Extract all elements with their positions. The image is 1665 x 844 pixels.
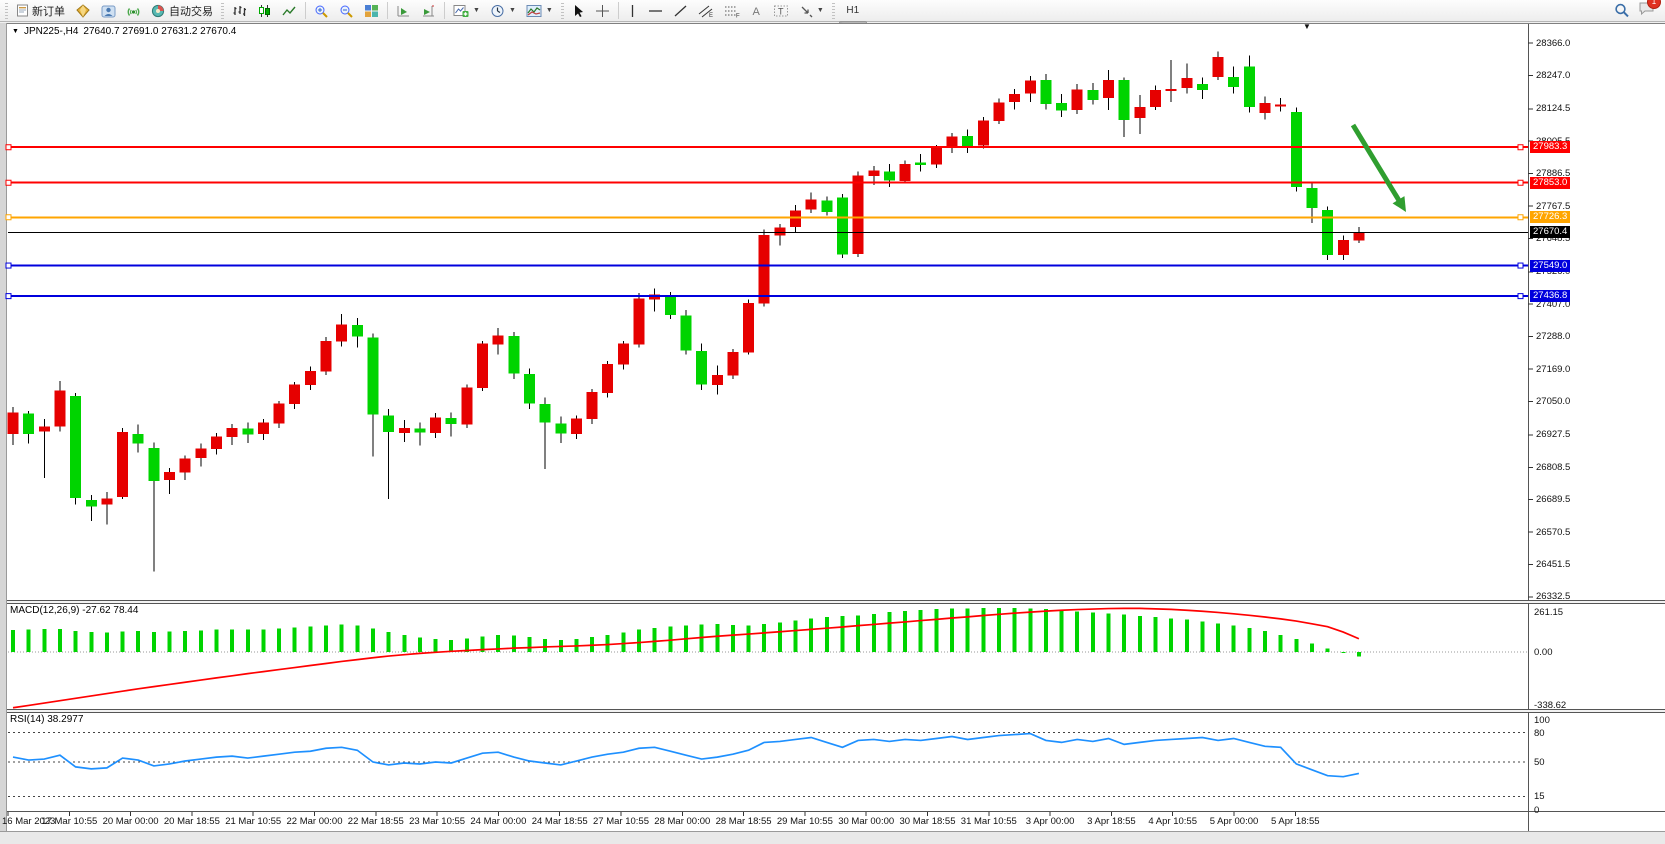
time-tick-label: 28 Mar 00:00 bbox=[654, 816, 710, 827]
rsi-name: RSI(14) bbox=[10, 714, 44, 725]
time-tick-label: 3 Apr 18:55 bbox=[1087, 816, 1136, 827]
price-tick-label: 26689.5 bbox=[1536, 494, 1570, 505]
time-tick-label: 5 Apr 00:00 bbox=[1210, 816, 1259, 827]
rsi-axis-label: 50 bbox=[1534, 757, 1545, 768]
time-tick-label: 20 Mar 18:55 bbox=[164, 816, 220, 827]
time-tick-label: 17 Mar 10:55 bbox=[41, 816, 97, 827]
price-tick-label: 28247.0 bbox=[1536, 70, 1570, 81]
rsi-axis-label: 100 bbox=[1534, 715, 1550, 726]
time-tick-label: 4 Apr 10:55 bbox=[1148, 816, 1197, 827]
chart-symbol-label: JPN225-,H4 bbox=[24, 26, 78, 37]
macd-axis-label: 0.00 bbox=[1534, 647, 1553, 658]
chart-canvas[interactable] bbox=[0, 0, 1665, 844]
price-line-tag[interactable]: 27983.3 bbox=[1530, 141, 1570, 153]
chart-dropdown-icon[interactable]: ▼ bbox=[12, 28, 19, 35]
time-tick-label: 22 Mar 00:00 bbox=[287, 816, 343, 827]
macd-axis-label: -338.62 bbox=[1534, 700, 1566, 711]
price-tick-label: 26927.5 bbox=[1536, 429, 1570, 440]
time-tick-label: 24 Mar 18:55 bbox=[532, 816, 588, 827]
time-tick-label: 5 Apr 18:55 bbox=[1271, 816, 1320, 827]
chart-title: ▼ JPN225-,H4 27640.7 27691.0 27631.2 276… bbox=[12, 26, 236, 37]
rsi-indicator-label: RSI(14) 38.2977 bbox=[10, 714, 83, 725]
time-tick-label: 23 Mar 10:55 bbox=[409, 816, 465, 827]
time-tick-label: 31 Mar 10:55 bbox=[961, 816, 1017, 827]
price-tick-label: 28124.5 bbox=[1536, 103, 1570, 114]
time-tick-label: 28 Mar 18:55 bbox=[716, 816, 772, 827]
time-tick-label: 22 Mar 18:55 bbox=[348, 816, 404, 827]
time-tick-label: 29 Mar 10:55 bbox=[777, 816, 833, 827]
time-tick-label: 27 Mar 10:55 bbox=[593, 816, 649, 827]
chart-ohlc-quote: 27640.7 27691.0 27631.2 27670.4 bbox=[83, 26, 236, 37]
macd-values: -27.62 78.44 bbox=[82, 605, 138, 616]
time-tick-label: 20 Mar 00:00 bbox=[103, 816, 159, 827]
price-tick-label: 27288.0 bbox=[1536, 331, 1570, 342]
rsi-axis-label: 0 bbox=[1534, 805, 1539, 816]
scroll-marker-icon: ▼ bbox=[1303, 22, 1311, 31]
time-tick-label: 30 Mar 18:55 bbox=[900, 816, 956, 827]
time-tick-label: 21 Mar 10:55 bbox=[225, 816, 281, 827]
price-line-tag[interactable]: 27853.0 bbox=[1530, 177, 1570, 189]
price-tick-label: 27050.0 bbox=[1536, 396, 1570, 407]
rsi-axis-label: 80 bbox=[1534, 728, 1545, 739]
price-tick-label: 26332.5 bbox=[1536, 591, 1570, 602]
time-tick-label: 3 Apr 00:00 bbox=[1026, 816, 1075, 827]
macd-name: MACD(12,26,9) bbox=[10, 605, 79, 616]
price-tick-label: 26808.5 bbox=[1536, 462, 1570, 473]
macd-indicator-label: MACD(12,26,9) -27.62 78.44 bbox=[10, 605, 138, 616]
price-line-tag[interactable]: 27670.4 bbox=[1530, 226, 1570, 238]
price-tick-label: 27169.0 bbox=[1536, 364, 1570, 375]
price-tick-label: 26570.5 bbox=[1536, 527, 1570, 538]
price-tick-label: 26451.5 bbox=[1536, 559, 1570, 570]
time-tick-label: 24 Mar 00:00 bbox=[470, 816, 526, 827]
price-tick-label: 27767.5 bbox=[1536, 201, 1570, 212]
price-line-tag[interactable]: 27726.3 bbox=[1530, 211, 1570, 223]
price-line-tag[interactable]: 27436.8 bbox=[1530, 290, 1570, 302]
price-tick-label: 28366.0 bbox=[1536, 38, 1570, 49]
rsi-axis-label: 15 bbox=[1534, 791, 1545, 802]
price-line-tag[interactable]: 27549.0 bbox=[1530, 260, 1570, 272]
rsi-value: 38.2977 bbox=[47, 714, 83, 725]
time-tick-label: 30 Mar 00:00 bbox=[838, 816, 894, 827]
macd-axis-label: 261.15 bbox=[1534, 607, 1563, 618]
